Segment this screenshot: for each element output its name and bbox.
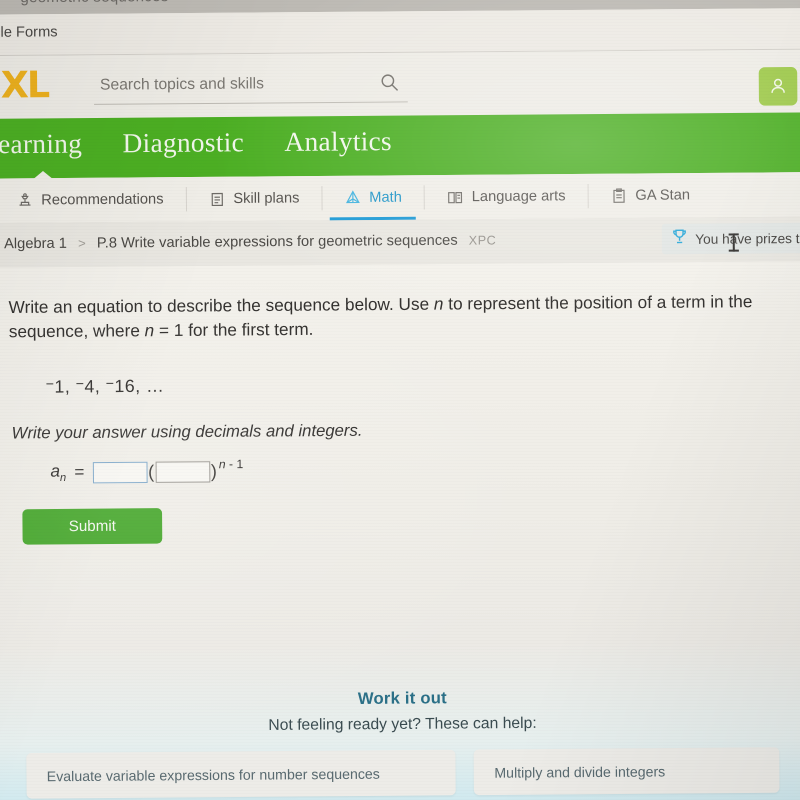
account-person-icon [771, 78, 785, 93]
tab-ga-standards[interactable]: GA Stan [588, 173, 713, 219]
search-field[interactable] [93, 66, 408, 105]
equals-sign: = [74, 462, 85, 482]
prompt-var-n-2: n [144, 321, 155, 341]
answer-instruction: Write your answer using decimals and int… [11, 421, 363, 443]
subject-tabs: Recommendations Skill plans Math Languag… [0, 172, 800, 225]
prompt-var-n-1: n [433, 294, 444, 314]
ixl-logo[interactable]: XL [0, 64, 90, 107]
avatar[interactable] [758, 66, 798, 106]
logo-xl-text: XL [0, 64, 49, 107]
close-paren: ) [210, 460, 217, 482]
tab-label: Math [369, 189, 402, 206]
answer-row: an = ( ) n - 1 [50, 457, 244, 485]
sequence-values: −1, −4, −16, … [45, 374, 165, 397]
skill-code: XPC [468, 233, 497, 248]
trophy-icon [670, 227, 689, 251]
breadcrumb-skill: P.8 Write variable expressions for geome… [96, 232, 458, 252]
exponent: n - 1 [218, 457, 244, 472]
breadcrumb-course[interactable]: Algebra 1 [4, 236, 67, 253]
tab-label: GA Stan [635, 187, 691, 204]
nav-item-diagnostic[interactable]: Diagnostic [122, 127, 244, 159]
help-card-multiply-divide[interactable]: Multiply and divide integers [473, 747, 780, 796]
nav-item-analytics[interactable]: Analytics [284, 126, 392, 158]
question-area: Write an equation to describe the sequen… [0, 261, 800, 800]
tab-language-arts[interactable]: Language arts [424, 174, 588, 220]
tab-recommendations[interactable]: Recommendations [0, 177, 186, 223]
bookmarks-bar: ogle Forms [0, 8, 800, 57]
clipboard-icon [610, 187, 628, 205]
skill-plans-icon [208, 190, 226, 208]
text-cursor [732, 233, 735, 252]
work-it-out-title[interactable]: Work it out [0, 686, 800, 712]
tab-label: Language arts [471, 188, 566, 206]
open-paren: ( [148, 461, 155, 482]
question-prompt: Write an equation to describe the sequen… [9, 290, 758, 345]
help-cards: Evaluate variable expressions for number… [0, 747, 800, 799]
prompt-part-1: Write an equation to describe the sequen… [8, 294, 434, 318]
math-pyramid-icon [344, 189, 362, 207]
screen-photo: geometric sequences ogle Forms XL Learni [0, 0, 800, 800]
browser-tab-title[interactable]: geometric sequences [20, 0, 168, 6]
breadcrumb: Algebra 1 > P.8 Write variable expressio… [4, 232, 497, 253]
answer-input-ratio[interactable] [155, 460, 210, 483]
answer-label: an [50, 461, 67, 485]
help-card-evaluate-expressions[interactable]: Evaluate variable expressions for number… [26, 749, 457, 799]
prizes-text: You have prizes to [695, 230, 800, 247]
tab-skill-plans[interactable]: Skill plans [186, 176, 322, 222]
open-book-icon [446, 188, 464, 206]
search-icon[interactable] [379, 72, 399, 92]
chevron-right-icon: > [77, 235, 86, 251]
tab-label: Skill plans [233, 190, 300, 207]
submit-button[interactable]: Submit [22, 508, 163, 545]
search-input[interactable] [97, 69, 356, 100]
ixl-header: XL [0, 49, 800, 119]
nav-item-learning[interactable]: Learning [0, 128, 82, 160]
work-it-out-section: Work it out Not feeling ready yet? These… [0, 686, 800, 737]
prompt-part-3: = 1 for the first term. [154, 319, 314, 341]
answer-input-coefficient[interactable] [92, 461, 148, 484]
work-it-out-subtitle: Not feeling ready yet? These can help: [268, 714, 537, 734]
primary-nav: Learning Diagnostic Analytics [0, 112, 800, 179]
bookmark-google-forms[interactable]: ogle Forms [0, 24, 58, 41]
tab-label: Recommendations [41, 191, 164, 209]
tab-math[interactable]: Math [322, 175, 425, 220]
recommendations-icon [16, 191, 34, 209]
